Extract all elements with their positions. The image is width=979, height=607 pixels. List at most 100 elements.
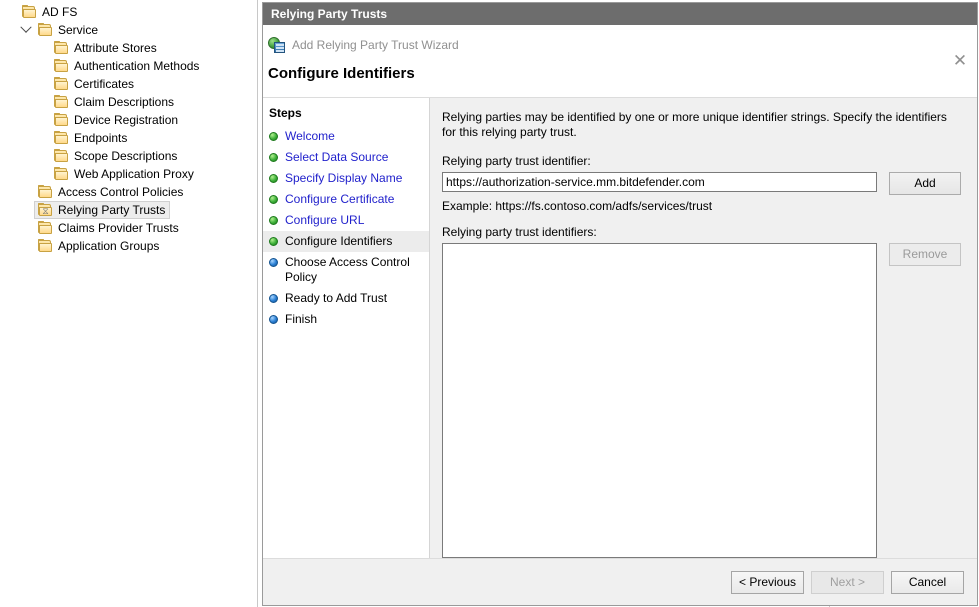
tree-item-application-groups[interactable]: Application Groups (0, 237, 257, 255)
step-pending-bullet-icon (269, 258, 278, 267)
tree-item-service[interactable]: Service (0, 21, 257, 39)
intro-description: Relying parties may be identified by one… (442, 110, 962, 140)
tree-item-content: Application Groups (34, 237, 164, 255)
tree-item-content: AD FS (18, 3, 82, 21)
tree-item-label: Authentication Methods (74, 59, 199, 73)
tree-item-label: AD FS (42, 5, 77, 19)
tree-item-content: Claim Descriptions (50, 93, 179, 111)
relying-party-trust-icon (268, 37, 286, 54)
tree-item-access-control-policies[interactable]: Access Control Policies (0, 183, 257, 201)
console-tree-pane[interactable]: AD FS Service Attribute Stores Authenticati… (0, 0, 258, 607)
step-pending-bullet-icon (269, 294, 278, 303)
add-relying-party-trust-wizard: Relying Party Trusts Add Relying Party T… (262, 2, 978, 606)
tree-item-content: ⧖Relying Party Trusts (34, 201, 170, 219)
tree-item-relying-party-trusts[interactable]: ⧖Relying Party Trusts (0, 201, 257, 219)
wizard-step-label: Configure Certificate (285, 192, 394, 207)
tree-item-claim-descriptions[interactable]: Claim Descriptions (0, 93, 257, 111)
tree-item-content: Service (34, 21, 103, 39)
tree-item-label: Attribute Stores (74, 41, 157, 55)
wizard-step-specify-display-name[interactable]: Specify Display Name (263, 168, 429, 189)
tree-expander-spacer (34, 94, 50, 110)
step-pending-bullet-icon (269, 315, 278, 324)
tree-item-label: Device Registration (74, 113, 178, 127)
identifiers-list-label: Relying party trust identifiers: (442, 225, 965, 239)
tree-expander-spacer (34, 112, 50, 128)
folder-icon (53, 167, 69, 181)
wizard-header: Add Relying Party Trust Wizard ✕ Configu… (263, 25, 977, 98)
wizard-step-configure-url[interactable]: Configure URL (263, 210, 429, 231)
previous-button[interactable]: < Previous (731, 571, 804, 594)
relying-party-trust-identifiers-listbox[interactable] (442, 243, 877, 558)
tree-item-content: Web Application Proxy (50, 165, 199, 183)
wizard-step-label: Specify Display Name (285, 171, 402, 186)
tree-item-web-application-proxy[interactable]: Web Application Proxy (0, 165, 257, 183)
wizard-step-welcome[interactable]: Welcome (263, 126, 429, 147)
identifiers-list-row: Remove (442, 243, 965, 558)
tree-item-content: Attribute Stores (50, 39, 162, 57)
wizard-step-configure-certificate[interactable]: Configure Certificate (263, 189, 429, 210)
page-title: Configure Identifiers (268, 65, 415, 82)
folder-icon (53, 95, 69, 109)
server-icon-part (274, 42, 285, 53)
add-button[interactable]: Add (889, 172, 961, 195)
wizard-step-finish: Finish (263, 309, 429, 330)
wizard-content-pane: Relying parties may be identified by one… (430, 98, 977, 558)
chevron-down-icon[interactable] (18, 22, 34, 38)
wizard-step-ready-to-add-trust: Ready to Add Trust (263, 288, 429, 309)
step-complete-bullet-icon (269, 174, 278, 183)
wizard-step-choose-access-control-policy: Choose Access Control Policy (263, 252, 429, 288)
tree-item-label: Application Groups (58, 239, 159, 253)
wizard-titlebar-text: Relying Party Trusts (271, 7, 387, 21)
folder-busy-icon: ⧖ (37, 203, 53, 217)
tree-item-label: Service (58, 23, 98, 37)
tree-item-scope-descriptions[interactable]: Scope Descriptions (0, 147, 257, 165)
folder-icon (53, 113, 69, 127)
folder-icon (21, 5, 37, 19)
wizard-step-label: Finish (285, 312, 317, 327)
folder-icon (37, 221, 53, 235)
tree-item-authentication-methods[interactable]: Authentication Methods (0, 57, 257, 75)
folder-icon (37, 185, 53, 199)
tree-item-content: Scope Descriptions (50, 147, 182, 165)
tree-item-ad-fs[interactable]: AD FS (0, 3, 257, 21)
tree-expander-spacer (34, 76, 50, 92)
tree-item-content: Access Control Policies (34, 183, 188, 201)
tree-expander-spacer (18, 238, 34, 254)
next-button[interactable]: Next > (811, 571, 884, 594)
tree-item-certificates[interactable]: Certificates (0, 75, 257, 93)
wizard-footer: < Previous Next > Cancel (263, 558, 977, 605)
tree-item-content: Device Registration (50, 111, 183, 129)
tree-expander-spacer (2, 4, 18, 20)
tree-item-endpoints[interactable]: Endpoints (0, 129, 257, 147)
remove-button[interactable]: Remove (889, 243, 961, 266)
wizard-step-label: Ready to Add Trust (285, 291, 387, 306)
wizard-step-label: Choose Access Control Policy (285, 255, 425, 285)
tree-expander-spacer (34, 58, 50, 74)
folder-icon (53, 41, 69, 55)
tree-expander-spacer (34, 130, 50, 146)
tree-item-content: Authentication Methods (50, 57, 204, 75)
step-complete-bullet-icon (269, 195, 278, 204)
wizard-body: Steps Welcome Select Data Source Specify D… (263, 98, 977, 558)
tree-item-label: Endpoints (74, 131, 127, 145)
close-icon[interactable]: ✕ (949, 49, 971, 71)
steps-heading: Steps (263, 98, 429, 126)
identifier-input-row: Add (442, 172, 965, 195)
tree-item-device-registration[interactable]: Device Registration (0, 111, 257, 129)
wizard-step-label: Configure Identifiers (285, 234, 392, 249)
tree-expander-spacer (18, 184, 34, 200)
wizard-step-label: Welcome (285, 129, 335, 144)
wizard-step-configure-identifiers: Configure Identifiers (263, 231, 429, 252)
folder-icon (53, 149, 69, 163)
identifier-field-label: Relying party trust identifier: (442, 154, 965, 168)
tree-item-label: Certificates (74, 77, 134, 91)
wizard-step-select-data-source[interactable]: Select Data Source (263, 147, 429, 168)
tree-item-attribute-stores[interactable]: Attribute Stores (0, 39, 257, 57)
step-complete-bullet-icon (269, 237, 278, 246)
wizard-steps-pane: Steps Welcome Select Data Source Specify D… (263, 98, 430, 558)
wizard-subtitle-text: Add Relying Party Trust Wizard (292, 38, 459, 52)
tree-item-claims-provider-trusts[interactable]: Claims Provider Trusts (0, 219, 257, 237)
cancel-button[interactable]: Cancel (891, 571, 964, 594)
wizard-step-label: Configure URL (285, 213, 364, 228)
relying-party-trust-identifier-input[interactable] (442, 172, 877, 192)
